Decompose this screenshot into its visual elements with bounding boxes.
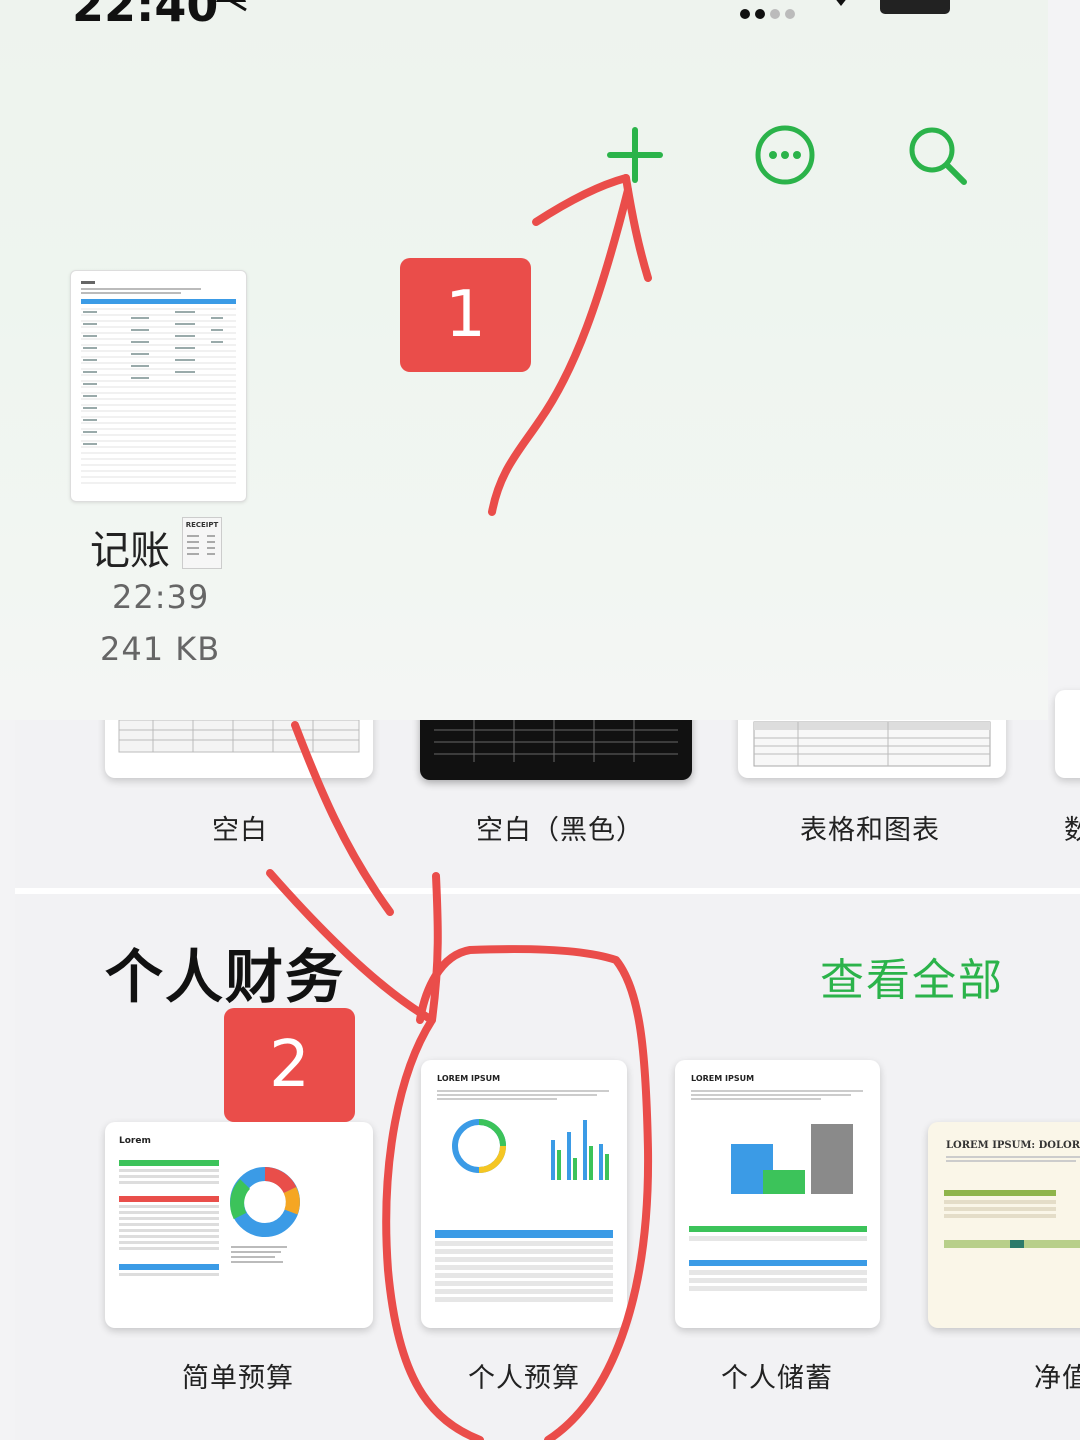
recent-file-name: 记账 [90,528,170,574]
simple-budget-preview [119,1160,300,1276]
section-title-personal-finance: 个人财务 [105,943,346,1011]
cellular-signal-icon [740,4,800,23]
spreadsheet-preview [81,281,236,484]
personal-budget-preview [435,1090,613,1302]
wifi-icon [836,0,846,6]
recent-file-thumbnail[interactable] [70,270,247,502]
receipt-icon-label: RECEIPT [185,521,219,529]
template-label-tables-charts: 表格和图表 [800,815,940,846]
battery-icon [880,0,950,14]
thumb-title-personal-budget: LOREM IPSUM [437,1074,501,1083]
recent-file-time: 22:39 [112,578,210,616]
template-label-blank: 空白 [212,815,268,846]
template-label-net-worth: 净值 [1034,1363,1080,1394]
receipt-icon: RECEIPT [182,517,222,569]
annotation-step-2-badge: 2 [224,1008,355,1122]
net-worth-preview [944,1156,1080,1248]
template-personal-budget-thumbnail[interactable]: LOREM IPSUM [421,1060,627,1328]
annotation-step-1-badge: 1 [400,258,531,372]
template-partial-thumbnail[interactable] [1055,690,1080,778]
plus-icon[interactable] [600,120,670,190]
status-time: 22:40 [72,0,219,32]
template-label-partial: 数 [1064,815,1080,846]
ellipsis-circle-icon[interactable] [750,120,820,190]
template-label-blank-dark: 空白（黑色） [476,815,644,846]
recent-file-size: 241 KB [100,630,221,668]
view-all-link[interactable]: 查看全部 [820,944,1004,1008]
thumb-title-simple-budget: Lorem [119,1136,151,1146]
thumb-title-net-worth: LOREM IPSUM: DOLOR [946,1140,1080,1151]
bell-muted-icon [216,0,247,12]
template-label-personal-savings: 个人储蓄 [721,1363,833,1394]
template-personal-savings-thumbnail[interactable]: LOREM IPSUM [675,1060,880,1328]
template-net-worth-thumbnail[interactable]: LOREM IPSUM: DOLOR [928,1122,1080,1328]
template-simple-budget-thumbnail[interactable]: Lorem [105,1122,373,1328]
template-label-simple-budget: 简单预算 [182,1363,294,1394]
magnifier-icon[interactable] [902,120,972,190]
personal-savings-preview [689,1090,867,1291]
thumb-title-personal-savings: LOREM IPSUM [691,1074,755,1083]
template-label-personal-budget: 个人预算 [468,1363,580,1394]
